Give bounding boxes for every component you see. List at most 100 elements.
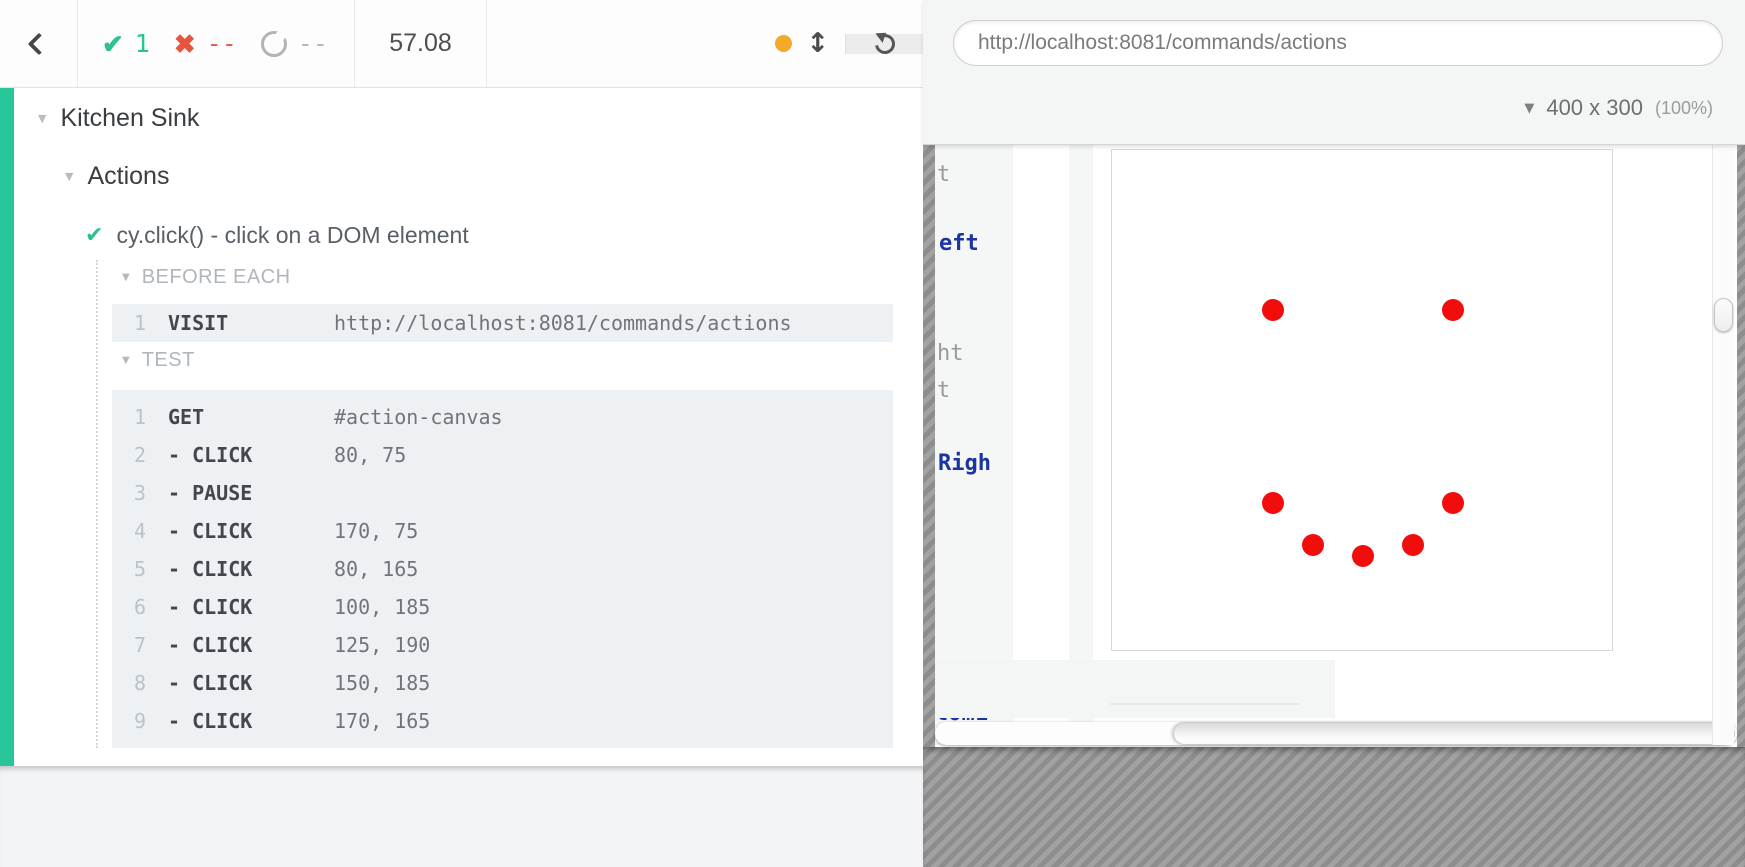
test-title: cy.click() - click on a DOM element (116, 222, 468, 249)
command-args: 80, 165 (334, 557, 418, 581)
section-label: TEST (142, 349, 195, 372)
restart-tests-button[interactable] (845, 34, 923, 54)
cypress-runner-app: ✔ 1 ✖ -- -- 57.08 ↕ (0, 0, 1745, 867)
command-method: VISIT (168, 311, 334, 335)
command-method: - CLICK (168, 519, 334, 543)
pending-count: -- (298, 29, 328, 58)
reporter-panel: ✔ 1 ✖ -- -- 57.08 ↕ (0, 0, 923, 867)
section-label: BEFORE EACH (142, 266, 291, 289)
suite-title: Kitchen Sink (60, 104, 199, 133)
command-method: - CLICK (168, 709, 334, 733)
command-number: 3 (112, 481, 146, 505)
test-cy-click[interactable]: ✔ cy.click() - click on a DOM element (85, 222, 469, 249)
click-dot (1442, 492, 1464, 514)
hatch-margin-bottom (923, 747, 1745, 867)
x-icon: ✖ (174, 31, 196, 57)
header-right-controls: ↕ (775, 0, 923, 87)
command-args: 80, 75 (334, 443, 406, 467)
check-icon: ✔ (102, 31, 124, 57)
failed-count: -- (207, 29, 237, 58)
pending-circle-icon (261, 31, 287, 57)
reporter-stats-header: ✔ 1 ✖ -- -- 57.08 ↕ (0, 0, 923, 88)
stat-passed[interactable]: ✔ 1 (102, 29, 150, 58)
section-before-each[interactable]: ▼ BEFORE EACH (122, 266, 291, 289)
command-number: 1 (112, 311, 146, 335)
auto-scroll-icon[interactable]: ↕ (806, 28, 829, 59)
runner-header: http://localhost:8081/commands/actions ▼… (923, 0, 1745, 145)
subsuite-title: Actions (87, 162, 169, 191)
runner-panel: http://localhost:8081/commands/actions ▼… (923, 0, 1745, 867)
command-row[interactable]: 7 - CLICK125, 190 (112, 626, 893, 664)
click-dot (1352, 545, 1374, 567)
aut-container: tefthttRightomL (923, 145, 1745, 867)
check-icon: ✔ (85, 223, 103, 248)
command-args: #action-canvas (334, 405, 503, 429)
before-each-commands: 1 VISIThttp://localhost:8081/commands/act… (112, 304, 893, 342)
test-commands: 1 GET#action-canvas 2- CLICK80, 75 3 - PAUSE… (112, 390, 893, 748)
click-dot (1402, 534, 1424, 556)
stat-pending[interactable]: -- (261, 29, 328, 58)
action-canvas[interactable] (1111, 149, 1613, 651)
code-fragment: ht (937, 343, 964, 365)
command-row[interactable]: 5- CLICK80, 165 (112, 550, 893, 588)
viewport-menu[interactable]: ▼ 400 x 300 (100%) (1524, 84, 1713, 132)
command-row[interactable]: 3 - PAUSE (112, 474, 893, 512)
page-section-background (935, 660, 1335, 718)
code-fragment: Righ (938, 453, 991, 475)
suite-actions[interactable]: ▼ Actions (65, 162, 169, 191)
status-dot-icon (775, 35, 792, 52)
command-number: 4 (112, 519, 146, 543)
vertical-scrollbar-thumb[interactable] (1714, 298, 1733, 332)
horizontal-scrollbar[interactable] (935, 722, 1737, 745)
passed-count: 1 (135, 29, 150, 58)
command-method: GET (168, 405, 334, 429)
command-row[interactable]: 8- CLICK150, 185 (112, 664, 893, 702)
code-fragment: eft (939, 233, 979, 255)
section-test[interactable]: ▼ TEST (122, 349, 195, 372)
command-args: 150, 185 (334, 671, 430, 695)
command-row[interactable]: 9- CLICK170, 165 (112, 702, 893, 740)
command-row[interactable]: 6- CLICK100, 185 (112, 588, 893, 626)
hatch-margin-right (1737, 145, 1745, 747)
suite-kitchen-sink[interactable]: ▼ Kitchen Sink (38, 104, 199, 133)
command-row[interactable]: 2- CLICK80, 75 (112, 436, 893, 474)
collapse-caret-icon: ▼ (122, 355, 130, 366)
command-args: 125, 190 (334, 633, 430, 657)
command-method: - PAUSE (168, 481, 334, 505)
horizontal-scrollbar-thumb[interactable] (1173, 722, 1735, 745)
code-fragment: t (937, 380, 950, 402)
code-block-background (1069, 145, 1093, 745)
command-row[interactable]: 1 VISIThttp://localhost:8081/commands/act… (112, 304, 893, 342)
command-number: 7 (112, 633, 146, 657)
click-dot (1262, 492, 1284, 514)
command-number: 6 (112, 595, 146, 619)
aut-url: http://localhost:8081/commands/actions (978, 31, 1347, 55)
command-args: 170, 75 (334, 519, 418, 543)
command-log: ▼ Kitchen Sink ▼ Actions ✔ cy.click() - … (0, 88, 923, 766)
command-method: - CLICK (168, 557, 334, 581)
test-body-guide-line (96, 260, 98, 748)
back-button[interactable] (0, 0, 78, 87)
hatch-margin-left (923, 145, 935, 747)
test-duration: 57.08 (355, 0, 487, 87)
click-dot (1302, 534, 1324, 556)
command-row[interactable]: 1 GET#action-canvas (112, 398, 893, 436)
command-args: 170, 165 (334, 709, 430, 733)
command-number: 8 (112, 671, 146, 695)
address-bar[interactable]: http://localhost:8081/commands/actions (953, 20, 1723, 66)
command-method: - CLICK (168, 633, 334, 657)
reporter-footer (0, 766, 923, 867)
command-args: 100, 185 (334, 595, 430, 619)
vertical-scrollbar[interactable] (1712, 145, 1734, 745)
click-dot (1262, 299, 1284, 321)
collapse-caret-icon: ▼ (122, 272, 130, 283)
refresh-icon (871, 30, 899, 58)
page-divider (1110, 703, 1300, 705)
command-row[interactable]: 4 - CLICK170, 75 (112, 512, 893, 550)
command-number: 1 (112, 405, 146, 429)
chevron-down-icon: ▼ (1524, 101, 1534, 116)
command-args: http://localhost:8081/commands/actions (334, 311, 792, 335)
stat-failed[interactable]: ✖ -- (174, 29, 237, 58)
viewport-zoom: (100%) (1655, 98, 1713, 119)
command-method: - CLICK (168, 443, 334, 467)
